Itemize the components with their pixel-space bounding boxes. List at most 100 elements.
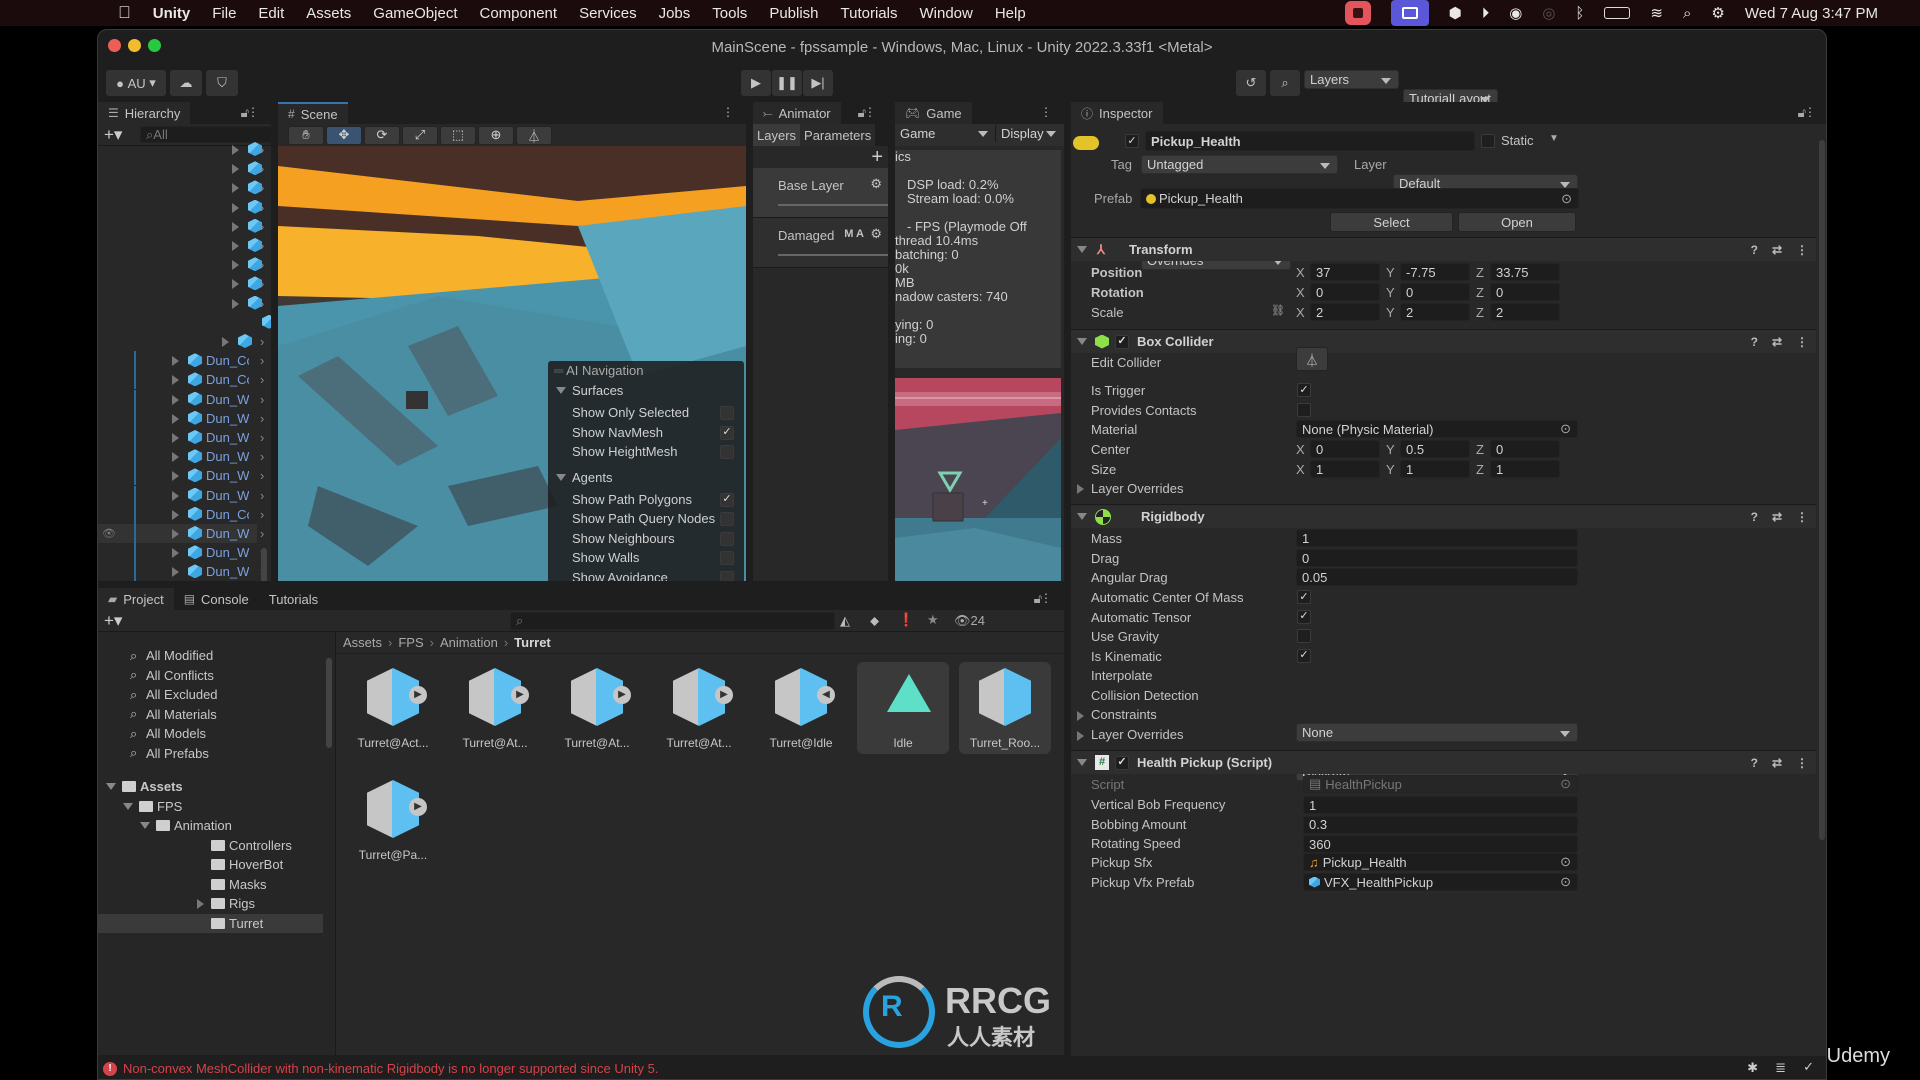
expand-arrow-icon[interactable] [232,260,239,271]
expand-icon[interactable] [1077,729,1084,744]
hierarchy-scrollbar[interactable] [259,148,269,581]
hierarchy-item[interactable]: › [98,294,264,313]
expand-arrow-icon[interactable] [232,298,239,309]
center-x-field[interactable]: 0 [1310,440,1380,458]
label-icon[interactable]: ⬥ [870,613,879,629]
hierarchy-item[interactable]: Dun_Corn› [98,370,264,390]
layer-overrides-foldout[interactable]: Layer Overrides [1091,727,1183,742]
ai-nav-option[interactable]: Show Path Query Nodes [572,511,738,529]
y-axis-label[interactable]: Y [1386,285,1395,300]
x-axis-label[interactable]: X [1296,285,1305,300]
option-checkbox[interactable]: ✓ [720,425,734,440]
hierarchy-item[interactable]: › [98,198,264,217]
x-axis-label[interactable]: X [1296,462,1305,477]
tab-console[interactable]: ▤ Console [173,588,259,610]
health-pickup-header[interactable]: # ✓ Health Pickup (Script) ? ⇄ ⋮ [1071,750,1816,774]
expand-arrow-icon[interactable] [172,490,179,501]
hierarchy-item[interactable]: Dun_Wall› [98,389,264,409]
pause-button[interactable]: ❚❚ [772,70,802,96]
game-viewport[interactable]: + [895,378,1061,581]
x-axis-label[interactable]: X [1296,265,1305,280]
screen-record-icon[interactable] [1344,1,1371,25]
y-axis-label[interactable]: Y [1386,265,1395,280]
active-checkbox[interactable]: ✓ [1125,134,1139,148]
option-checkbox[interactable] [720,406,734,420]
rotation-x-field[interactable]: 0 [1310,283,1380,301]
option-checkbox[interactable]: ✓ [720,492,734,507]
x-axis-label[interactable]: X [1296,442,1305,457]
scale-y-field[interactable]: 2 [1400,303,1470,321]
search-button[interactable]: ⌕ [1270,70,1300,96]
z-axis-label[interactable]: Z [1476,265,1484,280]
play-circle-icon[interactable]: ⏵ [1482,5,1490,22]
cloud-button[interactable]: ☁ [170,70,202,96]
expand-arrow-icon[interactable] [232,241,239,251]
unity-hub-icon[interactable]: ⬢ [1449,4,1462,22]
transform-header[interactable]: ⅄ Transform ? ⇄ ⋮ [1071,237,1816,261]
rect-tool[interactable]: ⬚ [440,125,476,145]
visibility-eye-icon[interactable]: 👁︎ [102,527,116,540]
hierarchy-item[interactable]: Flo› [98,332,264,351]
layer-item[interactable]: Base Layer ⚙ [753,168,888,218]
favorite-search-item[interactable]: ⌕ All Conflicts [98,666,335,685]
tag-dropdown[interactable]: Untagged [1141,155,1338,174]
hierarchy-item[interactable]: Dun_Corn› [98,504,264,524]
ai-nav-option[interactable]: Show Path Polygons ✓ [572,492,738,510]
hierarchy-item[interactable]: Dun_Corn› [98,351,264,371]
scale-tool[interactable]: ⤢ [402,125,438,145]
collapse-icon[interactable] [123,802,133,810]
folder-item[interactable]: Rigs [98,894,323,913]
scale-z-field[interactable]: 2 [1490,303,1560,321]
ai-nav-option[interactable]: Show NavMesh ✓ [572,425,738,443]
menu-services[interactable]: Services [579,5,637,22]
tab-project[interactable]: ▰ Project [98,588,174,610]
favorite-search-item[interactable]: ⌕ All Materials [98,705,335,724]
menu-publish[interactable]: Publish [769,5,818,22]
rotate-tool[interactable]: ⟳ [364,125,400,145]
expand-arrow-icon[interactable] [172,375,179,386]
menu-edit[interactable]: Edit [258,5,284,22]
select-button[interactable]: Select [1330,212,1453,232]
layer-item[interactable]: Damaged M A ⚙ [753,218,888,268]
section-agents[interactable]: Agents [556,470,612,485]
play-button[interactable]: ▶ [741,70,771,96]
tab-tutorials[interactable]: Tutorials [258,588,329,610]
preset-icon[interactable]: ⇄ [1772,335,1782,349]
rigidbody-checkbox[interactable] [1297,629,1311,643]
kebab-menu-icon[interactable]: ⋮ [1804,105,1820,119]
asset-item[interactable]: ◀ Turret@Idle [755,662,847,754]
collapse-icon[interactable] [1077,513,1087,520]
angular-drag-field[interactable]: 0.05 [1296,568,1578,586]
position-y-field[interactable]: -7.75 [1400,263,1470,281]
constraints-foldout[interactable]: Constraints [1091,707,1157,722]
collab-button[interactable]: ⛉ [206,70,238,96]
battery-icon[interactable] [1604,7,1631,19]
asset-item[interactable]: ▶ Turret@Act... [347,662,439,754]
help-icon[interactable]: ? [1751,335,1758,349]
ai-nav-option[interactable]: Show HeightMesh [572,444,738,462]
folder-item[interactable]: Masks [98,875,323,894]
breadcrumb-item[interactable]: Assets [343,635,382,650]
ai-nav-option[interactable]: Show Walls [572,550,738,568]
option-checkbox[interactable] [720,445,734,459]
custom-tool[interactable]: ⏃ [516,125,552,145]
x-axis-label[interactable]: X [1296,305,1305,320]
expand-arrow-icon[interactable] [222,337,229,347]
center-y-field[interactable]: 0.5 [1400,440,1470,458]
hierarchy-item[interactable]: Dun_Wall› [98,485,264,505]
folder-tree-scrollbar[interactable] [325,636,333,1051]
expand-arrow-icon[interactable] [232,145,239,155]
rotation-y-field[interactable]: 0 [1400,283,1470,301]
kebab-menu-icon[interactable]: ⋮ [722,105,738,119]
static-dropdown-arrow[interactable]: ▼ [1549,133,1559,144]
menu-gameobject[interactable]: GameObject [373,5,457,22]
interpolate-dropdown[interactable]: None [1296,723,1578,742]
expand-arrow-icon[interactable] [172,471,179,482]
kebab-menu-icon[interactable]: ⋮ [1796,756,1808,770]
tab-scene[interactable]: # Scene [278,102,348,124]
script-field-input[interactable]: 0.3 [1303,815,1578,834]
debug-off-icon[interactable]: ✱ [1747,1060,1758,1076]
folder-item[interactable]: HoverBot [98,855,323,874]
drag-field[interactable]: 0 [1296,549,1578,567]
expand-icon[interactable] [1077,482,1084,497]
